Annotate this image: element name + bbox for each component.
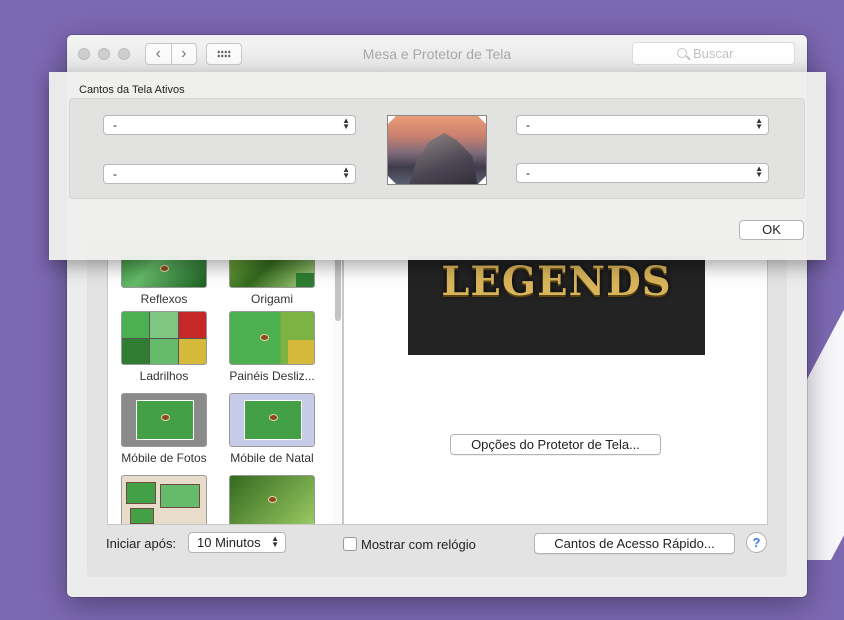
screensaver-thumb-mobile-natal[interactable] bbox=[229, 393, 315, 447]
corner-marker-icon bbox=[388, 116, 396, 124]
start-after-select[interactable]: 10 Minutos ▲ ▼ bbox=[188, 532, 286, 553]
ladybug-icon bbox=[161, 414, 170, 421]
screensaver-thumb-paineis[interactable] bbox=[229, 311, 315, 365]
zoom-button[interactable] bbox=[118, 48, 130, 60]
panel-tile bbox=[288, 340, 314, 364]
nav-back-forward: ‹ › bbox=[145, 43, 197, 65]
close-button[interactable] bbox=[78, 48, 90, 60]
chevron-updown-icon: ▲ ▼ bbox=[342, 165, 350, 180]
screensaver-thumb-mobile-fotos[interactable] bbox=[121, 393, 207, 447]
help-button[interactable]: ? bbox=[746, 532, 767, 553]
chevron-updown-icon: ▲ ▼ bbox=[755, 116, 763, 131]
bottom-left-corner-value: - bbox=[113, 167, 117, 181]
scrollbar-thumb[interactable] bbox=[335, 256, 341, 321]
bottom-right-corner-value: - bbox=[526, 166, 530, 180]
start-after-value: 10 Minutos bbox=[197, 535, 261, 550]
top-left-corner-select[interactable]: - ▲ ▼ bbox=[103, 115, 356, 135]
minimize-button[interactable] bbox=[98, 48, 110, 60]
show-clock-checkbox[interactable] bbox=[343, 537, 357, 551]
search-placeholder: Buscar bbox=[693, 46, 734, 61]
top-right-corner-value: - bbox=[526, 118, 530, 132]
grid-icon bbox=[217, 50, 231, 58]
start-after-label: Iniciar após: bbox=[106, 536, 177, 551]
show-clock-label: Mostrar com relógio bbox=[361, 537, 476, 552]
ladybug-icon bbox=[160, 265, 169, 272]
screensaver-label: Móbile de Fotos bbox=[121, 451, 207, 465]
corner-marker-icon bbox=[478, 116, 486, 124]
screensaver-options-button[interactable]: Opções do Protetor de Tela... bbox=[450, 434, 661, 455]
show-all-button[interactable] bbox=[206, 43, 242, 65]
ladybug-icon bbox=[269, 414, 278, 421]
ladybug-icon bbox=[268, 496, 277, 503]
list-scrollbar[interactable] bbox=[333, 256, 342, 524]
preview-logo-text: LEGENDS bbox=[441, 258, 672, 305]
screensaver-thumb-gallery[interactable] bbox=[121, 475, 207, 524]
search-input[interactable]: Buscar bbox=[632, 42, 795, 65]
title-bar: ‹ › Mesa e Protetor de Tela Buscar bbox=[67, 35, 807, 73]
top-right-corner-select[interactable]: - ▲ ▼ bbox=[516, 115, 769, 135]
screensaver-label: Ladrilhos bbox=[139, 369, 189, 383]
chevron-updown-icon: ▲ ▼ bbox=[342, 116, 350, 131]
photo-frame bbox=[130, 508, 154, 524]
mountain-image bbox=[408, 132, 478, 184]
top-left-corner-value: - bbox=[113, 118, 117, 132]
bottom-right-corner-select[interactable]: - ▲ ▼ bbox=[516, 163, 769, 183]
corner-marker-icon bbox=[478, 176, 486, 184]
screensaver-thumb-classic[interactable] bbox=[229, 475, 315, 524]
screensaver-label: Reflexos bbox=[140, 292, 188, 306]
chevron-updown-icon: ▲ ▼ bbox=[271, 534, 279, 549]
photo-frame bbox=[126, 482, 156, 504]
photo-frame bbox=[160, 484, 200, 508]
hot-corners-sheet: Cantos da Tela Ativos - ▲ ▼ - ▲ ▼ - ▲ ▼ - ▲… bbox=[49, 72, 826, 260]
corner-marker-icon bbox=[388, 176, 396, 184]
screensaver-preview: LEGENDS bbox=[408, 256, 705, 355]
bottom-left-corner-select[interactable]: - ▲ ▼ bbox=[103, 164, 356, 184]
fold-corner bbox=[296, 273, 314, 287]
ladybug-icon bbox=[260, 334, 269, 341]
screensaver-thumb-ladrilhos[interactable] bbox=[121, 311, 207, 365]
hot-corners-group-label: Cantos da Tela Ativos bbox=[79, 84, 185, 96]
screensaver-list[interactable]: Reflexos Origami Ladrilhos Painéis Desli… bbox=[107, 255, 343, 525]
screen-corners-thumbnail bbox=[387, 115, 487, 185]
search-icon bbox=[677, 48, 687, 58]
ok-button[interactable]: OK bbox=[739, 220, 804, 240]
chevron-left-icon[interactable]: ‹ bbox=[146, 44, 171, 64]
chevron-updown-icon: ▲ ▼ bbox=[755, 164, 763, 179]
screensaver-label: Móbile de Natal bbox=[230, 451, 314, 465]
window-title: Mesa e Protetor de Tela bbox=[362, 46, 512, 62]
hot-corners-button[interactable]: Cantos de Acesso Rápido... bbox=[534, 533, 735, 554]
preview-panel: LEGENDS Opções do Protetor de Tela... bbox=[343, 255, 768, 525]
screensaver-label: Painéis Desliz... bbox=[229, 369, 315, 383]
chevron-right-icon[interactable]: › bbox=[170, 44, 197, 64]
screensaver-label: Origami bbox=[250, 292, 293, 306]
